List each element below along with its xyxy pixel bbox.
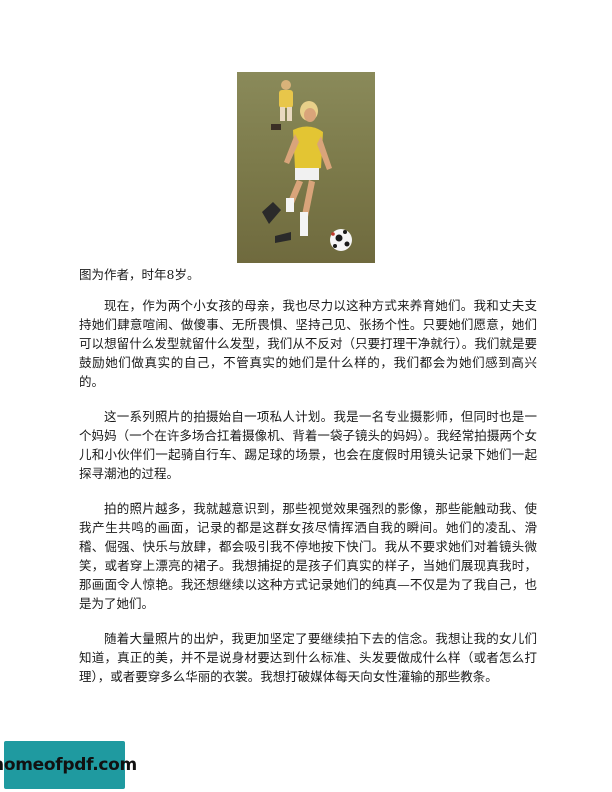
figure-caption: 图为作者，时年8岁。 <box>79 267 200 282</box>
soccer-photo <box>237 72 375 263</box>
paragraph: 现在，作为两个小女孩的母亲，我也尽力以这种方式来养育她们。我和丈夫支持她们肆意喧… <box>79 298 537 389</box>
paragraph: 随着大量照片的出炉，我更加坚定了要继续拍下去的信念。我想让我的女儿们知道，真正的… <box>79 631 537 684</box>
watermark-text: homeofpdf.com <box>0 755 137 775</box>
paragraph: 拍的照片越多，我就越意识到，那些视觉效果强烈的影像，那些能触动我、使我产生共鸣的… <box>79 501 537 611</box>
watermark-logo: homeofpdf.com <box>0 741 137 789</box>
body-text: 现在，作为两个小女孩的母亲，我也尽力以这种方式来养育她们。我和丈夫支持她们肆意喧… <box>79 296 537 702</box>
paragraph: 这一系列照片的拍摄始自一项私人计划。我是一名专业摄影师，但同时也是一个妈妈（一个… <box>79 409 537 481</box>
